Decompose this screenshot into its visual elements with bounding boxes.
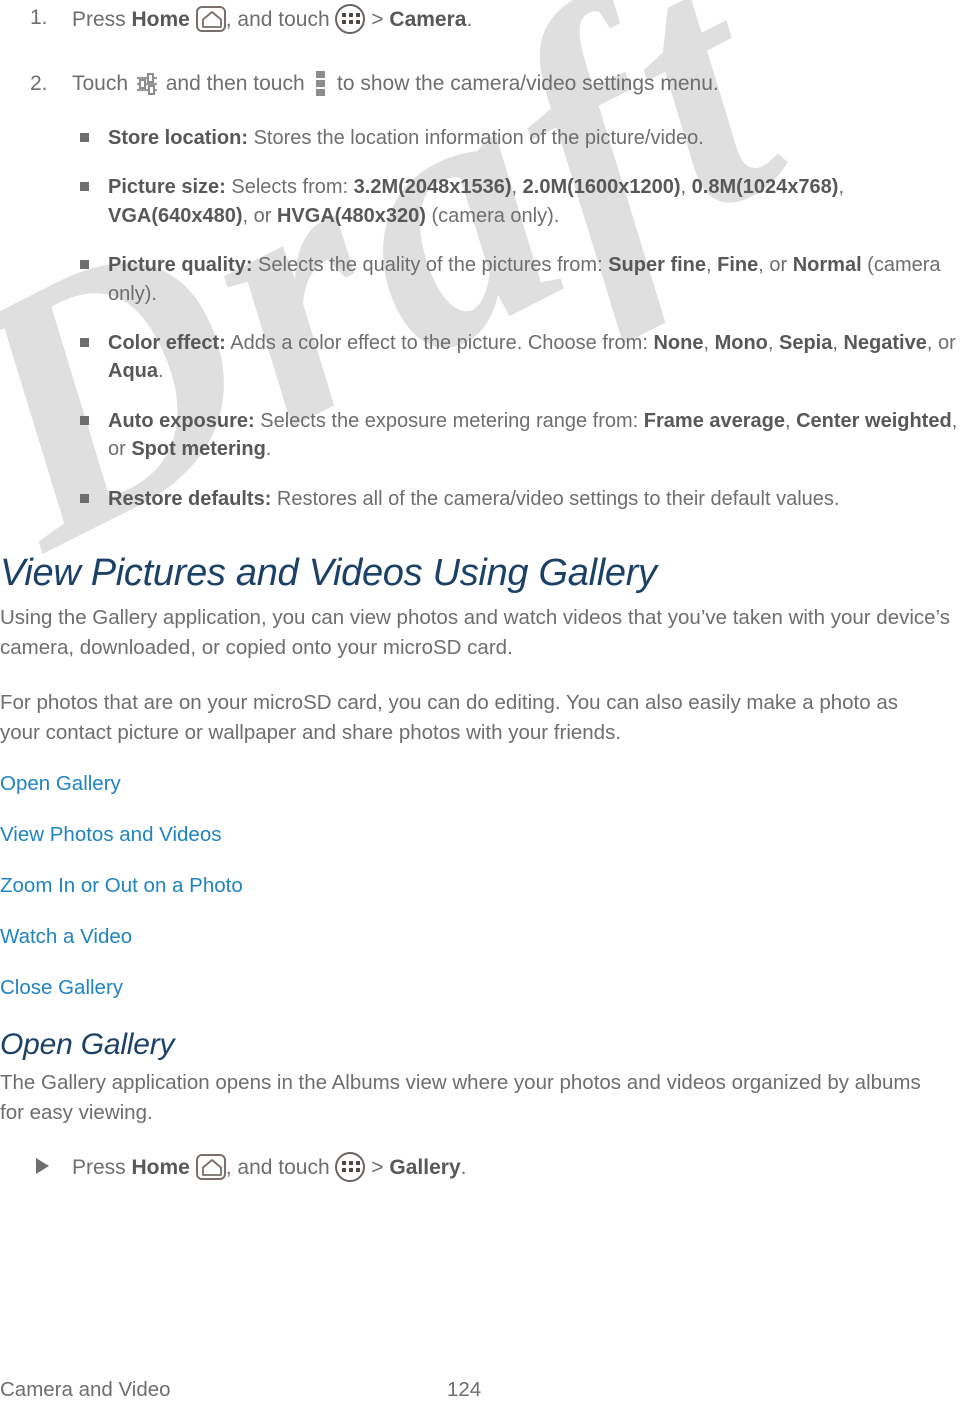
home-icon: [195, 1154, 226, 1180]
t: , or: [926, 331, 956, 354]
subsection-instruction: Press Home , and touch > Gallery.: [0, 1152, 972, 1182]
section-paragraph-1: Using the Gallery application, you can v…: [0, 606, 950, 659]
opt-08m: 0.8M(1024x768): [691, 176, 839, 199]
footer-page-number: 124: [447, 1378, 482, 1401]
t: Adds a color effect to the picture. Choo…: [225, 331, 654, 354]
bullet-label-store-location: Store location:: [108, 127, 249, 149]
list-item-picture-quality: Picture quality: Selects the quality of …: [0, 251, 972, 308]
list-item-restore-defaults: Restore defaults: Restores all of the ca…: [0, 485, 972, 513]
list-item-picture-size: Picture size: Selects from: 3.2M(2048x15…: [0, 173, 972, 230]
overflow-menu-icon: [316, 71, 326, 96]
t: , or: [242, 204, 277, 227]
opt-sepia: Sepia: [779, 331, 833, 354]
bullet-text-store-location: Stores the location information of the p…: [248, 127, 704, 149]
opt-frame-average: Frame average: [643, 409, 785, 432]
subsection-paragraph: The Gallery application opens in the Alb…: [0, 1071, 921, 1124]
t: ,: [680, 176, 692, 199]
opt-hvga: HVGA(480x320): [276, 204, 426, 227]
t: ,: [784, 409, 797, 432]
t: Selects the exposure metering range from…: [254, 409, 644, 432]
step-1-bold-home: Home: [131, 8, 190, 31]
opt-mono: Mono: [714, 331, 768, 354]
opt-super-fine: Super fine: [608, 254, 707, 277]
opt-center-weighted: Center weighted: [796, 409, 952, 432]
step-2-number: 2.: [30, 72, 48, 95]
opt-20m: 2.0M(1600x1200): [522, 176, 681, 199]
t: ,: [767, 331, 779, 354]
apps-icon: [335, 4, 366, 34]
list-item-store-location: Store location: Stores the location info…: [0, 124, 972, 152]
t: .: [158, 360, 164, 383]
opt-aqua: Aqua: [108, 360, 158, 383]
home-icon: [195, 6, 226, 32]
opt-fine: Fine: [717, 254, 759, 277]
arrow-marker-icon: [36, 1158, 49, 1174]
bullet-square-icon: [80, 493, 89, 503]
opt-negative: Negative: [843, 331, 927, 354]
apps-icon: [335, 1152, 366, 1182]
step-1-text: Press Home , and touch > Camera.: [72, 4, 472, 34]
step-1-number: 1.: [30, 6, 48, 29]
bullet-square-icon: [80, 260, 89, 270]
document-page: 1. Press Home , and touch > Camera. 2. T…: [0, 0, 972, 1420]
step-2: 2. Touch and then touch to show the came…: [0, 70, 972, 98]
opt-normal: Normal: [792, 254, 862, 277]
opt-none: None: [653, 331, 704, 354]
camera-settings-icon: [134, 71, 160, 97]
bullet-square-icon: [80, 182, 89, 192]
page-footer: Camera and Video 124: [0, 1378, 972, 1402]
bullet-label-picture-quality: Picture quality:: [108, 254, 253, 277]
t: ,: [703, 331, 715, 354]
link-watch-a-video[interactable]: Watch a Video: [0, 925, 972, 950]
step-1: 1. Press Home , and touch > Camera.: [0, 4, 972, 34]
list-item-auto-exposure: Auto exposure: Selects the exposure mete…: [0, 407, 972, 464]
link-open-gallery[interactable]: Open Gallery: [0, 772, 972, 797]
t: ,: [832, 331, 844, 354]
link-close-gallery[interactable]: Close Gallery: [0, 976, 972, 1001]
t: (camera only).: [425, 204, 560, 227]
bullet-label-restore-defaults: Restore defaults:: [108, 487, 272, 510]
bullet-square-icon: [80, 415, 89, 425]
footer-chapter: Camera and Video: [0, 1378, 171, 1401]
bullet-square-icon: [80, 337, 89, 347]
bullet-label-color-effect: Color effect:: [108, 331, 226, 354]
step-1-bold-camera: Camera: [389, 8, 467, 31]
subsection-instruction-text: Press Home , and touch > Gallery.: [72, 1152, 466, 1182]
opt-spot-metering: Spot metering: [131, 438, 266, 461]
t: Selects the quality of the pictures from…: [252, 254, 609, 277]
page-title: View Pictures and Videos Using Gallery: [0, 552, 657, 594]
t: , or: [758, 254, 793, 277]
opt-32m: 3.2M(2048x1536): [353, 176, 512, 199]
instruction-bold-home: Home: [131, 1156, 190, 1179]
opt-vga: VGA(640x480): [108, 204, 243, 227]
bullet-square-icon: [80, 133, 89, 142]
link-view-photos-and-videos[interactable]: View Photos and Videos: [0, 823, 972, 848]
camera-settings-list: Store location: Stores the location info…: [0, 124, 972, 513]
list-item-color-effect: Color effect: Adds a color effect to the…: [0, 329, 972, 386]
section-paragraph-2: For photos that are on your microSD card…: [0, 691, 898, 744]
instruction-bold-gallery: Gallery: [389, 1156, 461, 1179]
bullet-label-auto-exposure: Auto exposure:: [108, 409, 255, 432]
bullet-label-picture-size: Picture size:: [108, 176, 226, 199]
t: ,: [838, 176, 845, 199]
link-zoom-in-or-out-on-a-photo[interactable]: Zoom In or Out on a Photo: [0, 874, 972, 899]
bullet-text-restore-defaults: Restores all of the camera/video setting…: [271, 487, 840, 510]
t: .: [265, 438, 272, 461]
t: ,: [706, 254, 718, 277]
subsection-title: Open Gallery: [0, 1028, 175, 1061]
t: ,: [511, 176, 523, 199]
t: Selects from:: [225, 176, 354, 199]
step-2-text: Touch and then touch to show the camera/…: [72, 71, 719, 97]
